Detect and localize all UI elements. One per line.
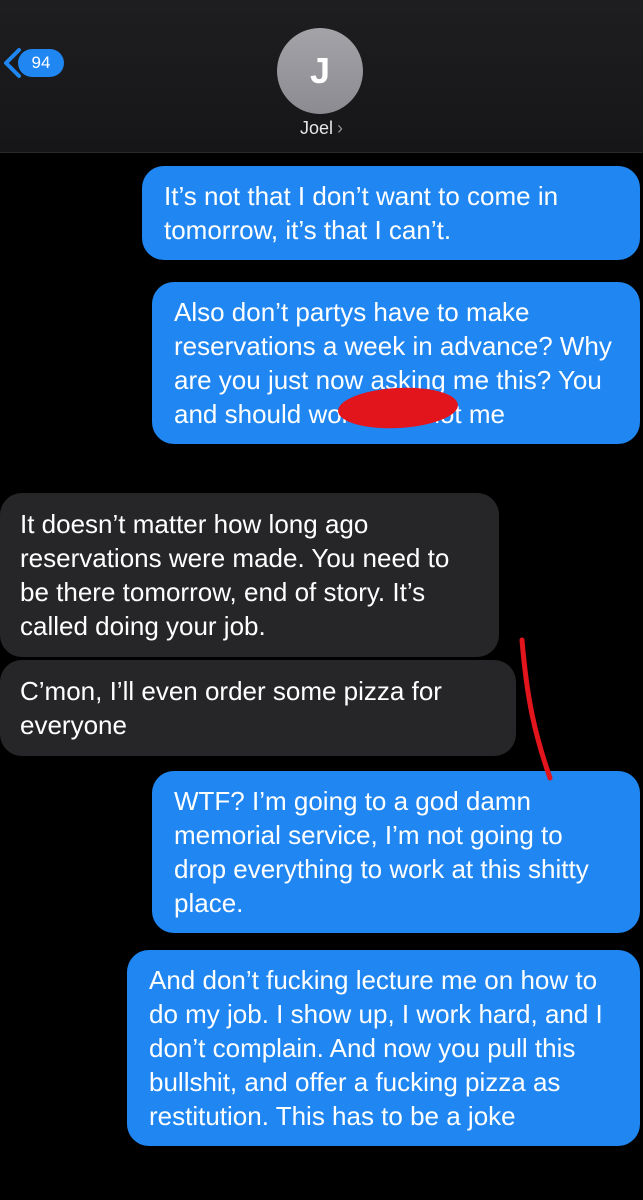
message-bubble-sent[interactable]: It’s not that I don’t want to come in to…: [142, 166, 640, 260]
chevron-right-icon: ›: [337, 118, 344, 138]
message-bubble-sent[interactable]: WTF? I’m going to a god damn memorial se…: [152, 771, 640, 933]
back-button[interactable]: 94: [0, 46, 64, 80]
unread-count-badge: 94: [18, 49, 64, 77]
conversation-header: 94 J Joel ›: [0, 0, 643, 153]
message-bubble-received[interactable]: It doesn’t matter how long ago reservati…: [0, 493, 499, 657]
message-bubble-received[interactable]: C’mon, I’ll even order some pizza for ev…: [0, 660, 516, 756]
message-bubble-sent[interactable]: And don’t fucking lecture me on how to d…: [127, 950, 640, 1146]
contact-name-button[interactable]: Joel ›: [0, 118, 643, 139]
contact-name: Joel: [299, 118, 334, 138]
contact-avatar[interactable]: J: [277, 28, 363, 114]
